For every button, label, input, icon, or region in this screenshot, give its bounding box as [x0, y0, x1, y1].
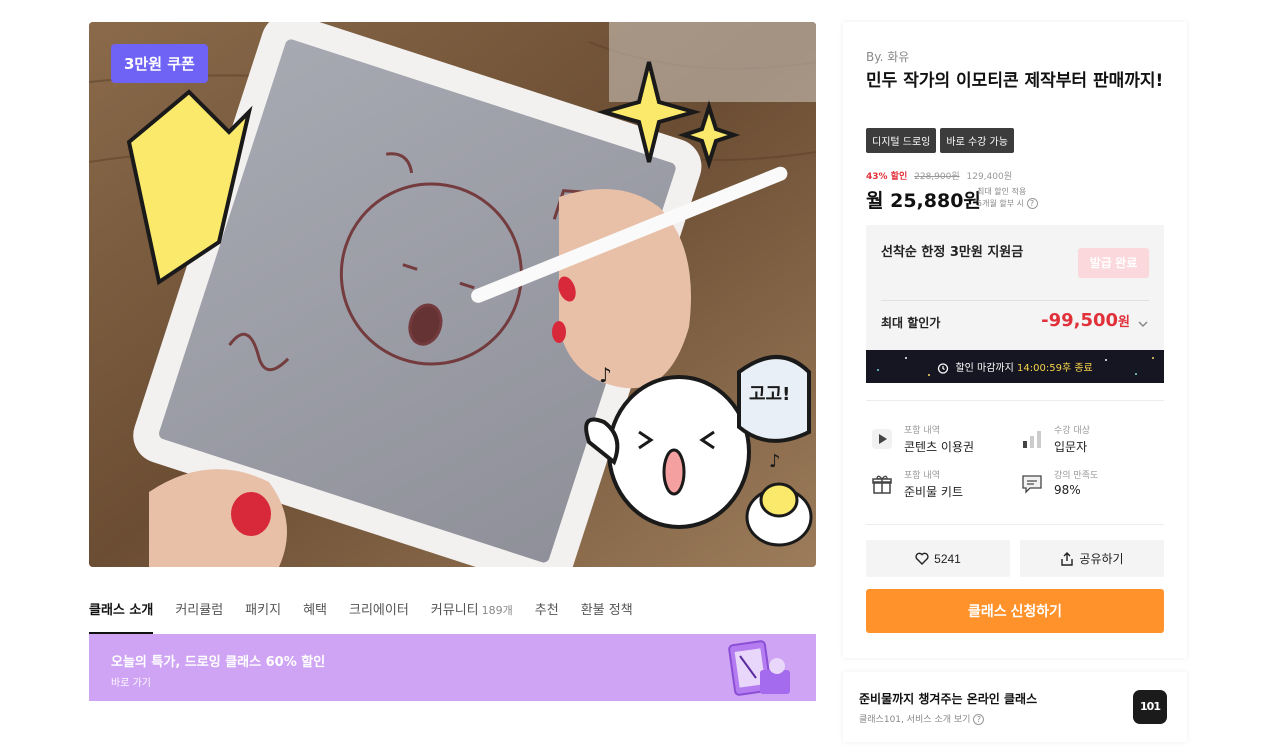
coupon-divider — [881, 300, 1149, 301]
level-bars-icon — [1023, 431, 1041, 448]
class-tabs: 클래스 소개 커리큘럼 패키지 혜택 크리에이터 커뮤니티 189개 추천 환불 … — [89, 597, 816, 634]
like-count: 5241 — [934, 551, 961, 566]
purchase-card: By. 화유 민두 작가의 이모티콘 제작부터 판매까지! 디지털 드로잉 바로… — [843, 22, 1187, 658]
hero-image: 고고! ♪ ♪ 3만원 쿠폰 — [89, 22, 816, 567]
svg-text:♪: ♪ — [599, 363, 612, 387]
max-discount-label: 최대 할인가 — [881, 316, 941, 330]
monthly-price: 월 25,880원 — [866, 190, 981, 212]
discount-rate: 43% 할인 — [866, 172, 908, 182]
share-icon — [1061, 551, 1074, 566]
service-link[interactable]: 클래스101, 서비스 소개 보기 ? — [859, 712, 985, 725]
tab-community[interactable]: 커뮤니티 189개 — [431, 597, 513, 634]
strike-price: 228,900원 — [914, 172, 960, 182]
section-divider — [866, 524, 1164, 525]
help-icon: ? — [973, 714, 985, 725]
tab-benefits[interactable]: 혜택 — [303, 597, 327, 634]
tab-refund[interactable]: 환불 정책 — [581, 597, 633, 634]
class-info-grid: 포함 내역 콘텐츠 이용권 수강 대상 입문자 포함 내역 준비물 키트 강의 … — [866, 420, 1164, 510]
tab-package[interactable]: 패키지 — [245, 597, 281, 634]
chat-icon — [1022, 475, 1042, 494]
tab-creator[interactable]: 크리에이터 — [349, 597, 409, 634]
gift-icon — [872, 475, 892, 494]
tab-intro[interactable]: 클래스 소개 — [89, 597, 154, 634]
coupon-issued-button[interactable]: 발급 완료 — [1078, 248, 1149, 278]
apply-class-button[interactable]: 클래스 신청하기 — [866, 589, 1164, 633]
promo-title: 오늘의 특가, 드로잉 클래스 60% 할인 — [111, 655, 326, 670]
countdown-bar: 할인 마감까지 14:00:59후 종료 — [866, 350, 1164, 383]
info-item-level: 수강 대상 입문자 — [1016, 420, 1166, 460]
coupon-box: 선착순 한정 3만원 지원금 발급 완료 최대 할인가 -99,500원 할인 … — [866, 225, 1164, 383]
author-name[interactable]: By. 화유 — [866, 48, 909, 65]
service-title: 준비물까지 챙겨주는 온라인 클래스 — [859, 692, 1038, 706]
class101-logo: 101 — [1133, 690, 1167, 724]
class-title: 민두 작가의 이모티콘 제작부터 판매까지! — [866, 71, 1164, 91]
price-discount-row: 43% 할인 228,900원 129,400원 — [866, 169, 1012, 182]
countdown-time: 14:00:59 — [1017, 363, 1062, 374]
tag-digital-drawing: 디지털 드로잉 — [866, 128, 937, 153]
service-intro-card[interactable]: 준비물까지 챙겨주는 온라인 클래스 클래스101, 서비스 소개 보기 ? 1… — [843, 672, 1187, 742]
promo-banner[interactable]: 오늘의 특가, 드로잉 클래스 60% 할인 바로 가기 — [89, 634, 816, 701]
tablet-illustration-icon — [728, 640, 790, 696]
alarm-clock-icon — [938, 363, 949, 374]
svg-text:♪: ♪ — [769, 451, 781, 472]
coupon-badge: 3만원 쿠폰 — [111, 44, 208, 83]
countdown-text: 할인 마감까지 14:00:59후 종료 — [866, 359, 1164, 374]
info-item-kit: 포함 내역 준비물 키트 — [866, 465, 1016, 505]
chevron-down-icon[interactable] — [1137, 318, 1149, 330]
community-count: 189개 — [481, 604, 513, 617]
tab-curriculum[interactable]: 커리큘럼 — [175, 597, 223, 634]
tab-recommend[interactable]: 추천 — [535, 597, 559, 634]
original-price: 129,400원 — [966, 172, 1013, 182]
like-button[interactable]: 5241 — [866, 540, 1010, 577]
info-item-content: 포함 내역 콘텐츠 이용권 — [866, 420, 1016, 460]
promo-link[interactable]: 바로 가기 — [111, 674, 151, 689]
tag-available-now: 바로 수강 가능 — [940, 128, 1014, 153]
max-discount-value: -99,500원 — [1041, 310, 1130, 331]
hero-illustration: 고고! ♪ ♪ — [89, 22, 816, 567]
heart-icon — [915, 552, 929, 565]
section-divider — [866, 400, 1164, 401]
play-icon — [872, 429, 892, 449]
info-item-satisfaction: 강의 만족도 98% — [1016, 465, 1166, 505]
help-icon[interactable]: ? — [1026, 198, 1038, 209]
share-button[interactable]: 공유하기 — [1020, 540, 1164, 577]
coupon-title: 선착순 한정 3만원 지원금 — [881, 245, 1024, 260]
installment-note: 최대 할인 적용 5개월 할부 시 ? — [977, 186, 1038, 210]
speech-bubble-text: 고고! — [749, 384, 790, 405]
tag-list: 디지털 드로잉 바로 수강 가능 — [866, 128, 1014, 153]
